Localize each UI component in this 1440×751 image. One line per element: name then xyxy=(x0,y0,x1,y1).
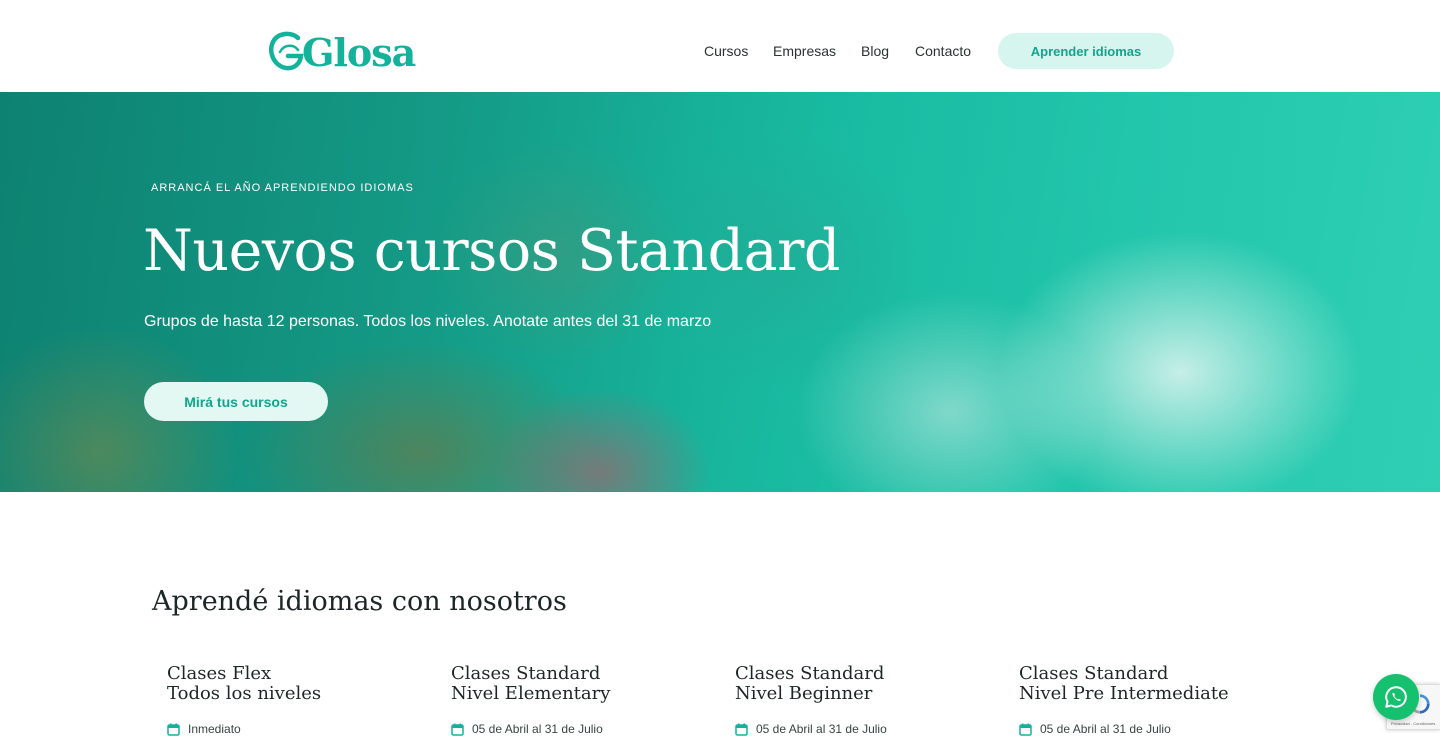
course-date-text: Inmediato xyxy=(188,722,241,736)
whatsapp-button[interactable] xyxy=(1373,674,1419,720)
nav-cursos[interactable]: Cursos xyxy=(704,43,748,59)
calendar-icon xyxy=(167,723,180,736)
calendar-icon xyxy=(735,723,748,736)
site-header: Glosa Cursos Empresas Blog Contacto Apre… xyxy=(0,0,1440,92)
calendar-icon xyxy=(451,723,464,736)
section-title: Aprendé idiomas con nosotros xyxy=(152,586,567,617)
calendar-icon xyxy=(1019,723,1032,736)
hero-eyebrow: ARRANCÁ EL AÑO APRENDIENDO IDIOMAS xyxy=(151,182,414,194)
hero-subtitle: Grupos de hasta 12 personas. Todos los n… xyxy=(144,313,712,330)
hero-background-image xyxy=(0,92,1440,492)
course-date: Inmediato xyxy=(167,722,427,736)
nav-blog[interactable]: Blog xyxy=(861,43,889,59)
course-title-line2: Nivel Beginner xyxy=(735,683,873,704)
mira-tus-cursos-button[interactable]: Mirá tus cursos xyxy=(144,382,328,421)
course-title-line1: Clases Standard xyxy=(735,663,885,684)
course-title-line2: Nivel Elementary xyxy=(451,683,611,704)
hero-title: Nuevos cursos Standard xyxy=(143,218,840,284)
nav-empresas[interactable]: Empresas xyxy=(773,43,836,59)
course-title-line1: Clases Standard xyxy=(1019,663,1169,684)
course-date: 05 de Abril al 31 de Julio xyxy=(451,722,711,736)
course-title-line1: Clases Flex xyxy=(167,663,272,684)
course-date-text: 05 de Abril al 31 de Julio xyxy=(756,722,887,736)
aprender-idiomas-button[interactable]: Aprender idiomas xyxy=(998,33,1174,69)
course-title-line2: Nivel Pre Intermediate xyxy=(1019,683,1229,704)
course-title[interactable]: Clases Standard Nivel Pre Intermediate xyxy=(1019,664,1279,704)
whatsapp-icon xyxy=(1385,686,1407,708)
course-title[interactable]: Clases Standard Nivel Beginner xyxy=(735,664,995,704)
course-date-text: 05 de Abril al 31 de Julio xyxy=(1040,722,1171,736)
course-date: 05 de Abril al 31 de Julio xyxy=(1019,722,1279,736)
nav-contacto[interactable]: Contacto xyxy=(915,43,971,59)
hero-banner: ARRANCÁ EL AÑO APRENDIENDO IDIOMAS Nuevo… xyxy=(0,92,1440,492)
course-date: 05 de Abril al 31 de Julio xyxy=(735,722,995,736)
course-card[interactable]: Clases Standard Nivel Pre Intermediate 0… xyxy=(1019,664,1279,737)
course-title-line1: Clases Standard xyxy=(451,663,601,684)
logo-text: Glosa xyxy=(302,30,416,75)
course-date-text: 05 de Abril al 31 de Julio xyxy=(472,722,603,736)
glosa-logo[interactable]: Glosa xyxy=(268,30,416,75)
course-title-line2: Todos los niveles xyxy=(167,683,322,704)
course-card[interactable]: Clases Standard Nivel Elementary 05 de A… xyxy=(451,664,711,737)
course-title[interactable]: Clases Flex Todos los niveles xyxy=(167,664,427,704)
recaptcha-text[interactable]: Privacidad - Condiciones xyxy=(1391,721,1435,726)
course-card[interactable]: Clases Flex Todos los niveles Inmediato xyxy=(167,664,427,737)
course-title[interactable]: Clases Standard Nivel Elementary xyxy=(451,664,711,704)
course-card[interactable]: Clases Standard Nivel Beginner 05 de Abr… xyxy=(735,664,995,737)
